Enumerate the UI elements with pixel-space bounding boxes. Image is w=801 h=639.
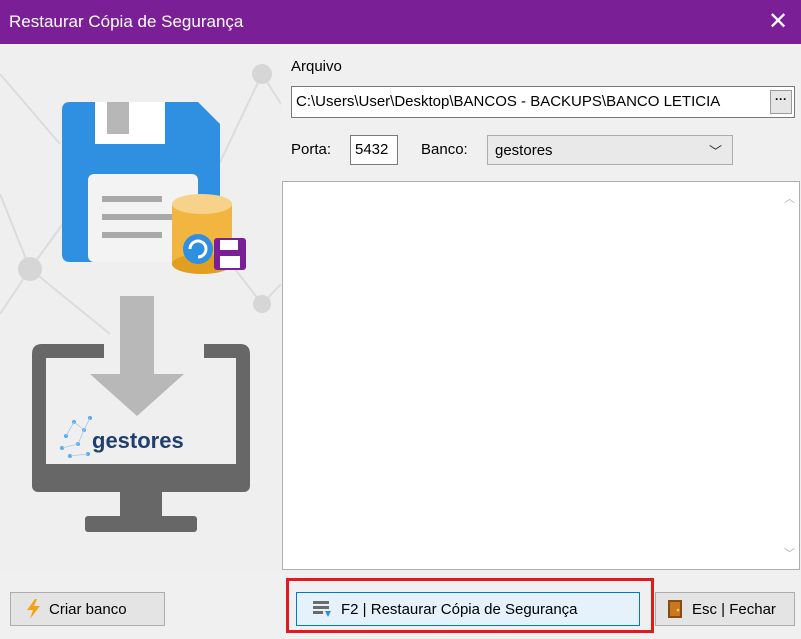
file-path-input[interactable]: C:\Users\User\Desktop\BANCOS - BACKUPS\B… <box>291 86 795 118</box>
download-arrow-icon <box>90 296 184 416</box>
small-floppy-icon <box>214 238 246 270</box>
port-label: Porta: <box>291 141 332 158</box>
backup-illustration: gestores <box>0 64 281 532</box>
database-select-value: gestores <box>495 142 553 159</box>
scroll-up-icon[interactable]: ︿ <box>784 190 795 206</box>
log-area[interactable]: ︿ ﹀ <box>282 181 800 570</box>
file-label: Arquivo <box>291 58 342 75</box>
file-path-value: C:\Users\User\Desktop\BANCOS - BACKUPS\B… <box>296 93 721 110</box>
window-title: Restaurar Cópia de Segurança <box>9 12 244 31</box>
gestores-logo: gestores <box>60 416 184 458</box>
door-icon <box>668 600 682 618</box>
restore-button-highlight <box>286 578 654 633</box>
db-label: Banco: <box>421 141 468 158</box>
restore-arrow-icon <box>183 234 213 264</box>
illustration-panel: gestores <box>0 44 281 570</box>
database-select[interactable]: gestores ﹀ <box>487 135 733 165</box>
browse-button[interactable]: ··· <box>770 90 792 114</box>
form-panel: Arquivo C:\Users\User\Desktop\BANCOS - B… <box>281 44 801 570</box>
lightning-icon <box>27 599 40 619</box>
gestores-brand-text: gestores <box>92 428 184 453</box>
close-label: Esc | Fechar <box>692 600 776 618</box>
chevron-down-icon: ﹀ <box>708 144 722 159</box>
port-input[interactable]: 5432 <box>350 135 398 165</box>
close-button[interactable]: Esc | Fechar <box>655 592 795 626</box>
close-icon[interactable]: ✕ <box>763 7 793 37</box>
create-database-button[interactable]: Criar banco <box>10 592 165 626</box>
title-bar: Restaurar Cópia de Segurança ✕ <box>0 0 801 44</box>
scroll-down-icon[interactable]: ﹀ <box>784 545 795 561</box>
create-database-label: Criar banco <box>49 600 127 618</box>
